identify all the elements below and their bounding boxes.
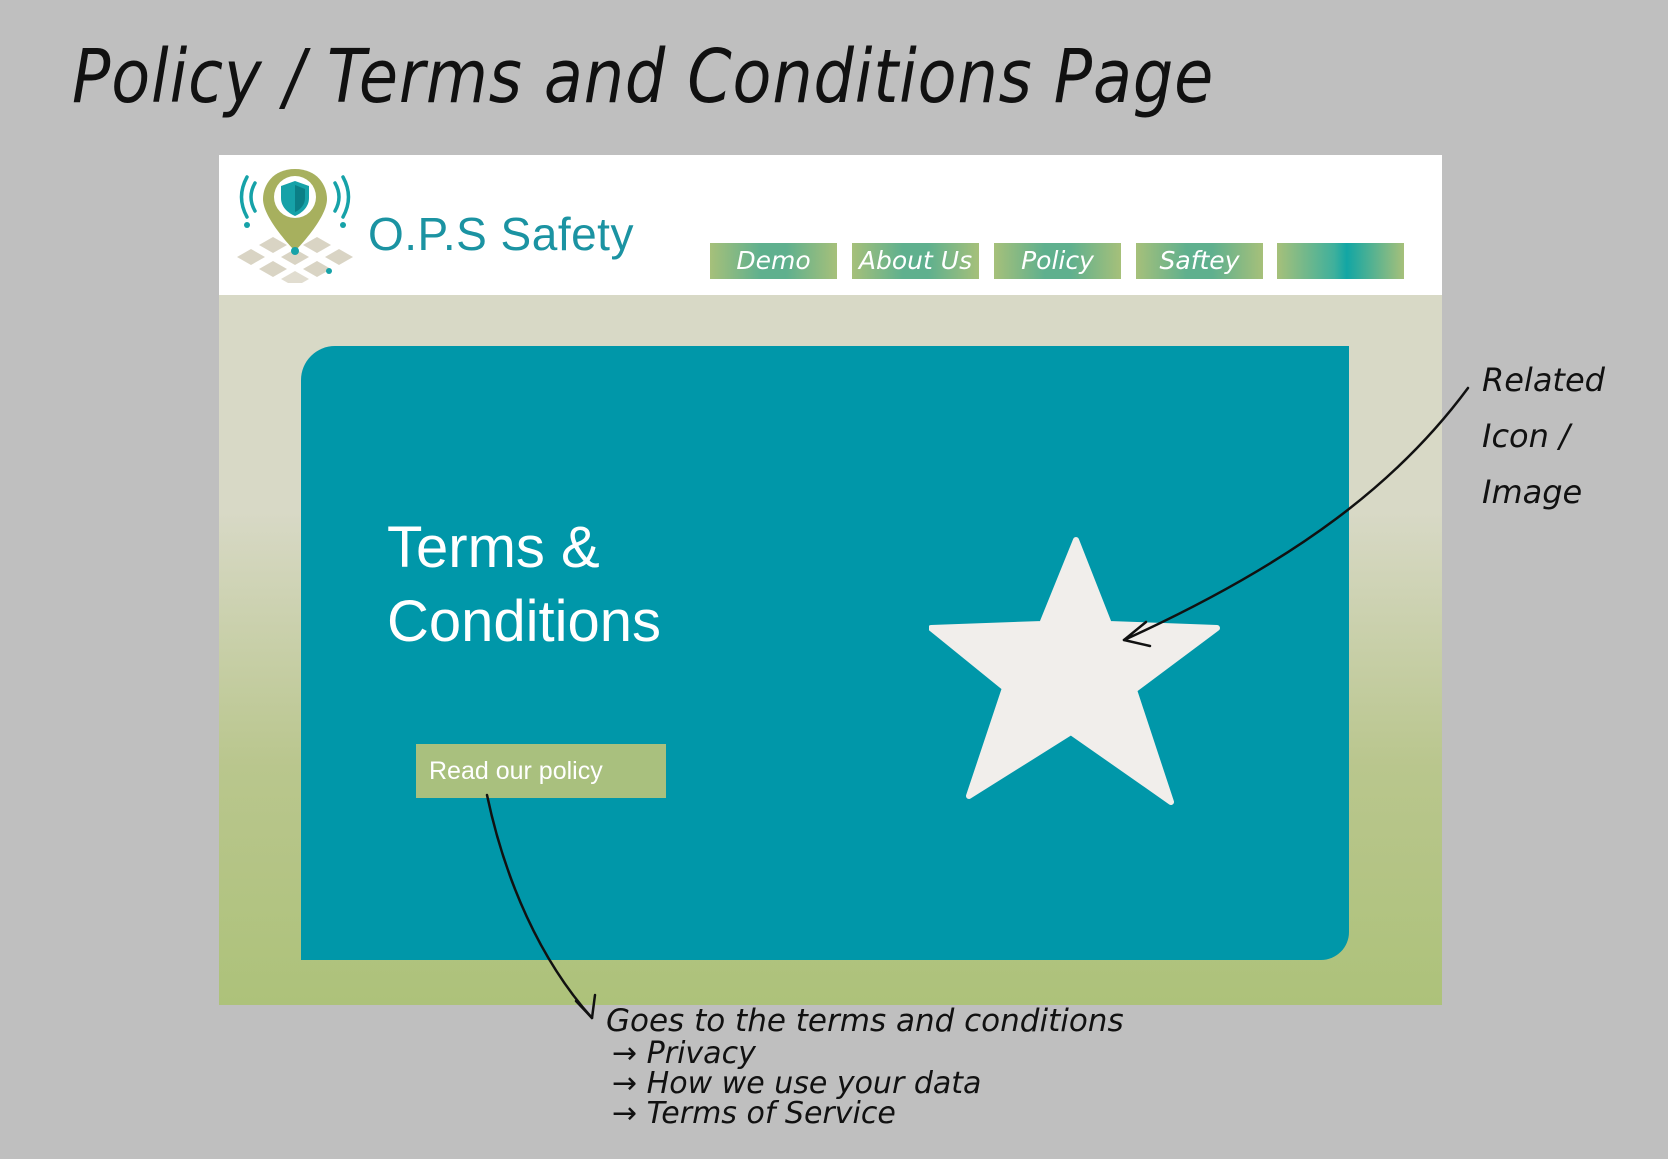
arrow-to-star [1122, 386, 1470, 642]
arrow-head-notes [574, 993, 597, 1020]
annotation-arrows [485, 386, 1470, 1020]
annotation-related-image: Related Icon / Image [1482, 352, 1668, 520]
annotation-goes-to: Goes to the terms and conditions [606, 1003, 1124, 1039]
annotation-item-privacy: → Privacy [612, 1036, 756, 1071]
annotation-item-data-use: → How we use your data [612, 1066, 982, 1101]
annotation-related-line2: Icon / Image [1482, 417, 1583, 511]
annotation-policy-destination: Goes to the terms and conditions → Priva… [606, 1003, 1124, 1129]
arrow-to-notes [485, 793, 594, 1020]
annotation-related-line1: Related [1482, 361, 1605, 399]
annotation-item-terms: → Terms of Service [612, 1096, 896, 1131]
